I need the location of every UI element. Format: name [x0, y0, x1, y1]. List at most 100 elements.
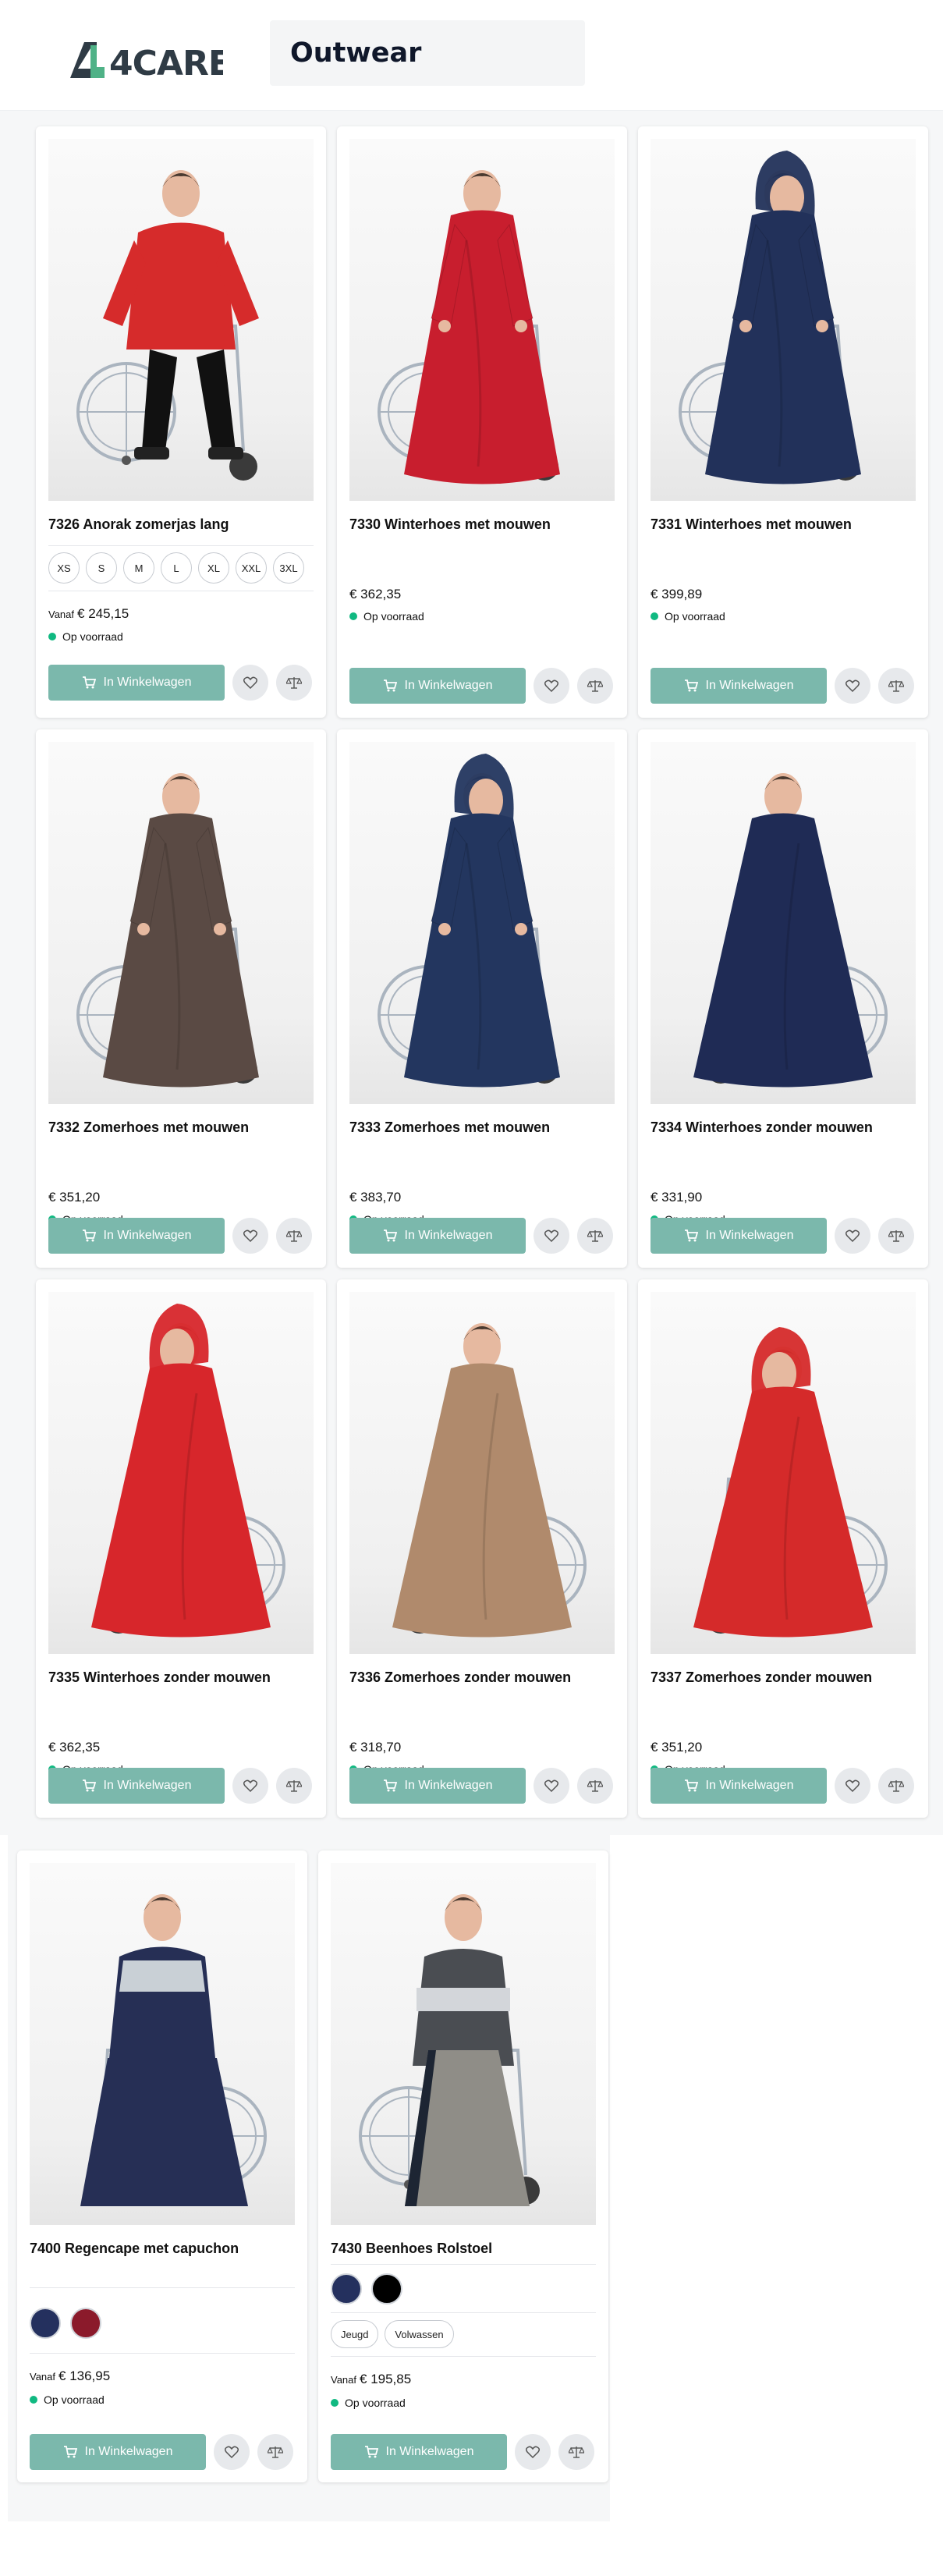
product-image[interactable] — [48, 742, 314, 1104]
product-name[interactable]: 7331 Winterhoes met mouwen — [651, 516, 852, 533]
product-card[interactable]: 7334 Winterhoes zonder mouwen€ 331,90 Op… — [638, 729, 928, 1268]
cart-icon — [684, 679, 698, 692]
compare-scale-icon[interactable] — [577, 1768, 613, 1804]
add-to-cart-label: In Winkelwagen — [385, 2445, 474, 2458]
size-option[interactable]: 3XL — [273, 552, 304, 584]
product-name[interactable]: 7430 Beenhoes Rolstoel — [331, 2241, 492, 2257]
product-image[interactable] — [349, 742, 615, 1104]
compare-scale-icon[interactable] — [577, 1218, 613, 1254]
add-to-cart-button[interactable]: In Winkelwagen — [349, 668, 526, 704]
product-name[interactable]: 7334 Winterhoes zonder mouwen — [651, 1119, 873, 1136]
product-name[interactable]: 7335 Winterhoes zonder mouwen — [48, 1669, 271, 1686]
product-image[interactable] — [331, 1863, 596, 2225]
wishlist-heart-icon[interactable] — [214, 2434, 250, 2470]
price-value: € 136,95 — [58, 2368, 111, 2383]
product-image[interactable] — [349, 139, 615, 501]
product-card[interactable]: 7400 Regencape met capuchon Vanaf € 136,9… — [17, 1850, 307, 2482]
product-name[interactable]: 7326 Anorak zomerjas lang — [48, 516, 229, 533]
add-to-cart-label: In Winkelwagen — [705, 679, 794, 692]
price-from-label: Vanaf — [331, 2374, 357, 2386]
compare-scale-icon[interactable] — [878, 1768, 914, 1804]
product-name[interactable]: 7333 Zomerhoes met mouwen — [349, 1119, 550, 1136]
site-header: 4CARE Outwear — [0, 0, 943, 111]
product-name[interactable]: 7336 Zomerhoes zonder mouwen — [349, 1669, 571, 1686]
add-to-cart-button[interactable]: In Winkelwagen — [349, 1768, 526, 1804]
cart-icon — [684, 1779, 698, 1792]
product-card[interactable]: 7331 Winterhoes met mouwen € 399,89 Op vo… — [638, 126, 928, 718]
product-image[interactable] — [48, 139, 314, 501]
product-image[interactable] — [651, 139, 916, 501]
size-option[interactable]: XXL — [236, 552, 267, 584]
size-options: Jeugd Volwassen — [331, 2320, 454, 2348]
add-to-cart-button[interactable]: In Winkelwagen — [48, 1218, 225, 1254]
product-card[interactable]: 7326 Anorak zomerjas lang XS S M L XL XXL 3XL … — [36, 126, 326, 718]
size-option[interactable]: Volwassen — [385, 2320, 454, 2348]
cart-icon — [82, 676, 96, 689]
product-image[interactable] — [349, 1292, 615, 1654]
add-to-cart-button[interactable]: In Winkelwagen — [30, 2434, 206, 2470]
wishlist-heart-icon[interactable] — [835, 1218, 870, 1254]
product-price: Vanaf € 195,85 — [331, 2372, 411, 2387]
color-swatch-navy[interactable] — [30, 2308, 61, 2339]
size-option[interactable]: M — [123, 552, 154, 584]
brand-logo[interactable]: 4CARE — [67, 37, 223, 86]
compare-scale-icon[interactable] — [878, 668, 914, 704]
wishlist-heart-icon[interactable] — [534, 668, 569, 704]
compare-scale-icon[interactable] — [577, 668, 613, 704]
product-card[interactable]: 7337 Zomerhoes zonder mouwen€ 351,20 Op … — [638, 1279, 928, 1818]
compare-scale-icon[interactable] — [276, 1218, 312, 1254]
product-card[interactable]: 7335 Winterhoes zonder mouwen€ 362,35 Op… — [36, 1279, 326, 1818]
product-price: € 331,90 — [651, 1190, 702, 1205]
wishlist-heart-icon[interactable] — [534, 1768, 569, 1804]
product-image[interactable] — [651, 1292, 916, 1654]
add-to-cart-label: In Winkelwagen — [705, 1229, 794, 1242]
product-name[interactable]: 7400 Regencape met capuchon — [30, 2241, 239, 2257]
color-swatch-black[interactable] — [371, 2273, 402, 2305]
product-card[interactable]: 7330 Winterhoes met mouwen € 362,35 Op vo… — [337, 126, 627, 718]
product-image[interactable] — [30, 1863, 295, 2225]
compare-scale-icon[interactable] — [878, 1218, 914, 1254]
stock-status: Op voorraad — [651, 610, 725, 623]
product-card[interactable]: 7333 Zomerhoes met mouwen€ 383,70 Op voo… — [337, 729, 627, 1268]
add-to-cart-button[interactable]: In Winkelwagen — [331, 2434, 507, 2470]
wishlist-heart-icon[interactable] — [232, 1768, 268, 1804]
product-card[interactable]: 7430 Beenhoes Rolstoel Jeugd Volwassen Va… — [318, 1850, 608, 2482]
size-option[interactable]: S — [86, 552, 117, 584]
compare-scale-icon[interactable] — [558, 2434, 594, 2470]
add-to-cart-button[interactable]: In Winkelwagen — [349, 1218, 526, 1254]
price-value: € 362,35 — [349, 587, 402, 601]
product-name[interactable]: 7330 Winterhoes met mouwen — [349, 516, 551, 533]
size-option[interactable]: L — [161, 552, 192, 584]
wishlist-heart-icon[interactable] — [534, 1218, 569, 1254]
add-to-cart-button[interactable]: In Winkelwagen — [48, 1768, 225, 1804]
cart-icon — [383, 1779, 397, 1792]
add-to-cart-button[interactable]: In Winkelwagen — [48, 665, 225, 701]
add-to-cart-button[interactable]: In Winkelwagen — [651, 668, 827, 704]
price-from-label: Vanaf — [48, 609, 75, 620]
add-to-cart-button[interactable]: In Winkelwagen — [651, 1218, 827, 1254]
color-swatch-burgundy[interactable] — [70, 2308, 101, 2339]
wishlist-heart-icon[interactable] — [835, 1768, 870, 1804]
wishlist-heart-icon[interactable] — [232, 665, 268, 701]
product-image[interactable] — [48, 1292, 314, 1654]
color-swatch-navy[interactable] — [331, 2273, 362, 2305]
compare-scale-icon[interactable] — [257, 2434, 293, 2470]
cart-icon — [383, 1229, 397, 1242]
product-name[interactable]: 7337 Zomerhoes zonder mouwen — [651, 1669, 872, 1686]
stock-status: Op voorraad — [331, 2397, 406, 2409]
price-value: € 195,85 — [360, 2372, 412, 2386]
product-card[interactable]: 7332 Zomerhoes met mouwen€ 351,20 Op voo… — [36, 729, 326, 1268]
size-option[interactable]: Jeugd — [331, 2320, 379, 2348]
product-card[interactable]: 7336 Zomerhoes zonder mouwen€ 318,70 Op … — [337, 1279, 627, 1818]
product-image[interactable] — [651, 742, 916, 1104]
wishlist-heart-icon[interactable] — [835, 668, 870, 704]
compare-scale-icon[interactable] — [276, 665, 312, 701]
divider — [331, 2312, 596, 2313]
wishlist-heart-icon[interactable] — [515, 2434, 551, 2470]
product-name[interactable]: 7332 Zomerhoes met mouwen — [48, 1119, 249, 1136]
size-option[interactable]: XS — [48, 552, 80, 584]
add-to-cart-button[interactable]: In Winkelwagen — [651, 1768, 827, 1804]
compare-scale-icon[interactable] — [276, 1768, 312, 1804]
wishlist-heart-icon[interactable] — [232, 1218, 268, 1254]
size-option[interactable]: XL — [198, 552, 229, 584]
